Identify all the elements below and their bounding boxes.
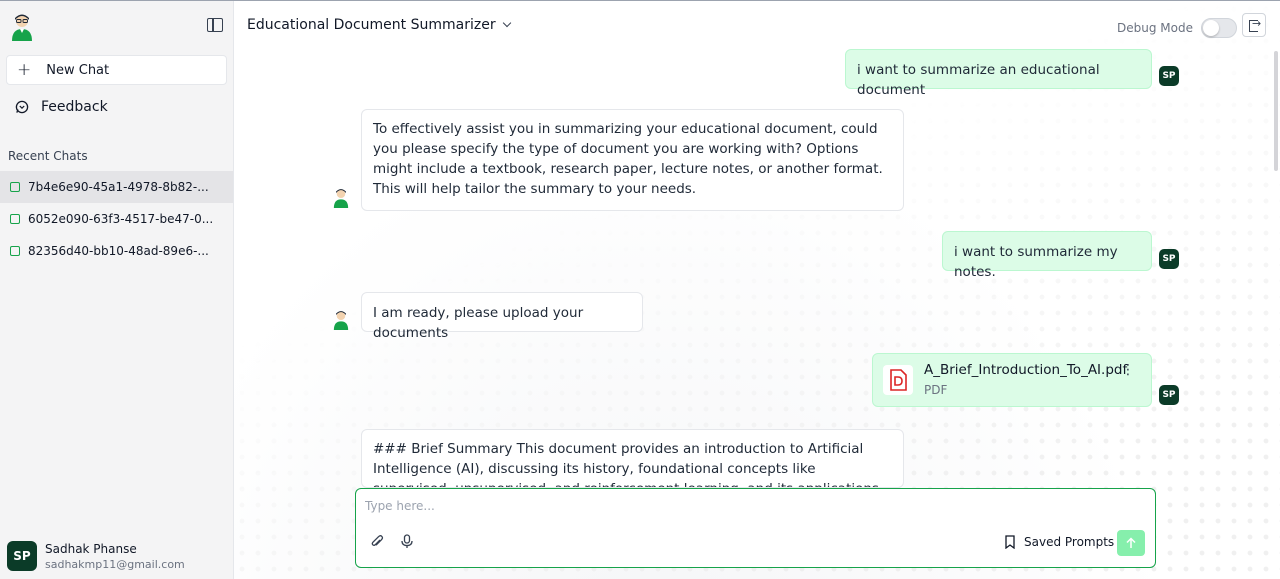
microphone-icon[interactable] bbox=[400, 534, 414, 549]
debug-mode-control: Debug Mode bbox=[1117, 18, 1237, 38]
assistant-avatar-icon bbox=[333, 311, 349, 330]
logout-icon[interactable] bbox=[1242, 13, 1266, 37]
chat-area: Educational Document Summarizer Debug Mo… bbox=[234, 1, 1280, 579]
user-avatar: SP bbox=[7, 541, 37, 571]
chat-list-item-label: 82356d40-bb10-48ad-89e6-... bbox=[28, 244, 209, 258]
user-email: sadhakmp11@gmail.com bbox=[45, 557, 185, 571]
message-input[interactable] bbox=[365, 499, 1065, 513]
app-title-dropdown[interactable]: Educational Document Summarizer bbox=[247, 17, 511, 33]
more-options-icon[interactable]: ⋮ bbox=[1121, 363, 1135, 377]
chat-icon bbox=[10, 246, 20, 256]
arrow-up-icon bbox=[1126, 537, 1136, 548]
sidebar: + New Chat Feedback Recent Chats 7b4e6e9… bbox=[0, 1, 234, 579]
scrollbar[interactable] bbox=[1274, 51, 1278, 171]
user-avatar-small: SP bbox=[1159, 385, 1179, 405]
user-avatar-small: SP bbox=[1159, 249, 1179, 269]
feedback-label: Feedback bbox=[41, 99, 108, 115]
recent-chats-heading: Recent Chats bbox=[8, 149, 88, 163]
file-name: A_Brief_Introduction_To_AI.pdf bbox=[924, 362, 1128, 378]
pdf-file-icon bbox=[883, 365, 913, 395]
bookmark-icon bbox=[1005, 535, 1015, 549]
assistant-message: To effectively assist you in summarizing… bbox=[361, 109, 904, 211]
chevron-down-icon bbox=[502, 18, 511, 28]
paperclip-icon[interactable] bbox=[370, 534, 384, 549]
assistant-avatar-icon bbox=[333, 189, 349, 208]
recent-chats-list: 7b4e6e90-45a1-4978-8b82-... 6052e090-63f… bbox=[0, 171, 233, 267]
chat-list-item[interactable]: 6052e090-63f3-4517-be47-0... bbox=[0, 203, 233, 235]
file-type: PDF bbox=[924, 383, 948, 397]
feedback-icon bbox=[15, 100, 29, 114]
saved-prompts-label: Saved Prompts bbox=[1024, 535, 1115, 549]
assistant-message: I am ready, please upload your documents bbox=[361, 292, 643, 341]
user-profile[interactable]: SP Sadhak Phanse sadhakmp11@gmail.com bbox=[7, 541, 185, 571]
plus-icon: + bbox=[17, 59, 32, 80]
chat-list-item[interactable]: 7b4e6e90-45a1-4978-8b82-... bbox=[0, 171, 233, 203]
feedback-link[interactable]: Feedback bbox=[15, 99, 108, 115]
saved-prompts-button[interactable]: Saved Prompts bbox=[1004, 535, 1114, 549]
user-avatar-small: SP bbox=[1159, 66, 1179, 86]
chat-list-item[interactable]: 82356d40-bb10-48ad-89e6-... bbox=[0, 235, 233, 267]
user-name: Sadhak Phanse bbox=[45, 541, 137, 556]
toggle-sidebar-icon[interactable] bbox=[207, 18, 223, 32]
debug-mode-toggle[interactable] bbox=[1200, 18, 1237, 38]
user-message: i want to summarize an educational docum… bbox=[845, 49, 1152, 98]
new-chat-label: New Chat bbox=[46, 62, 110, 78]
chat-list-item-label: 6052e090-63f3-4517-be47-0... bbox=[28, 212, 214, 226]
chat-icon bbox=[10, 182, 20, 192]
app-logo-icon[interactable] bbox=[10, 13, 34, 41]
message-composer: Saved Prompts bbox=[355, 488, 1156, 568]
user-message: i want to summarize my notes. bbox=[942, 231, 1152, 280]
app-title: Educational Document Summarizer bbox=[247, 17, 496, 33]
debug-mode-label: Debug Mode bbox=[1117, 21, 1193, 35]
assistant-message: ### Brief Summary This document provides… bbox=[361, 429, 904, 488]
new-chat-button[interactable]: + New Chat bbox=[6, 55, 227, 85]
chat-list-item-label: 7b4e6e90-45a1-4978-8b82-... bbox=[28, 180, 209, 194]
file-attachment-card[interactable]: A_Brief_Introduction_To_AI.pdf PDF ⋮ bbox=[872, 353, 1152, 407]
chat-icon bbox=[10, 214, 20, 224]
send-button[interactable] bbox=[1117, 530, 1145, 556]
message-text: ### Brief Summary This document provides… bbox=[373, 441, 879, 487]
message-text: To effectively assist you in summarizing… bbox=[373, 121, 883, 197]
